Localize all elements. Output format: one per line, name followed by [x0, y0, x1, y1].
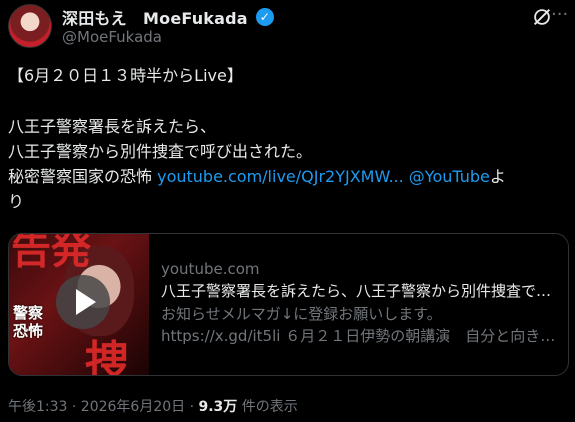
- tweet-line: 八王子警察署長を訴えたら、: [8, 117, 217, 136]
- link-preview-card[interactable]: 告発 捜 警察 恐怖 youtube.com 八王子警察署長を訴えたら、八王子警…: [8, 233, 569, 376]
- tweet-line-text: 秘密警察国家の恐怖: [8, 167, 158, 186]
- card-body[interactable]: youtube.com 八王子警察署長を訴えたら、八王子警察から別件捜査で呼び出…: [161, 258, 557, 347]
- thumbnail-caption-line: 警察: [13, 304, 44, 322]
- more-options-icon[interactable]: ···: [551, 6, 569, 26]
- author-name-row[interactable]: 深田もえ MoeFukada ✓: [62, 6, 274, 28]
- view-count: 9.3万: [198, 399, 238, 415]
- card-description-line: https://x.gd/it5li ６月２１日伊勢の朝講演 自分と向き合う: [161, 327, 557, 345]
- verified-badge-icon: ✓: [255, 8, 274, 26]
- tweet-text: 【6月２０日１３時半からLive】 八王子警察署長を訴えたら、 八王子警察から別…: [8, 63, 568, 214]
- author-handle[interactable]: @MoeFukada: [62, 28, 162, 46]
- thumbnail-caption: 警察 恐怖: [13, 304, 43, 340]
- video-thumbnail[interactable]: 告発 捜 警察 恐怖: [9, 234, 149, 375]
- tweet-header: 深田もえ MoeFukada ✓ @MoeFukada ···: [0, 0, 575, 60]
- timestamp[interactable]: 午後1:33 · 2026年6月20日 ·: [8, 399, 199, 415]
- avatar[interactable]: [8, 4, 52, 48]
- card-description-line: お知らせメルマガ↓に登録お願いします。: [161, 305, 442, 323]
- view-count-label: 件の表示: [237, 399, 298, 415]
- grok-icon[interactable]: [531, 6, 553, 28]
- play-button[interactable]: [56, 275, 110, 329]
- youtube-mention-link[interactable]: @YouTube: [404, 167, 490, 186]
- tweet-line: 八王子警察から別件捜査で呼び出された。: [8, 142, 313, 161]
- tweet-line-tail: よ: [489, 167, 506, 186]
- thumbnail-caption-line: 恐怖: [13, 322, 44, 340]
- thumbnail-big-text: 告発: [11, 234, 91, 273]
- card-domain: youtube.com: [161, 260, 260, 278]
- tweet-meta: 午後1:33 · 2026年6月20日 · 9.3万 件の表示: [8, 396, 298, 416]
- youtube-link[interactable]: youtube.com/live/QJr2YJXMW...: [157, 167, 404, 186]
- tweet-line: 【6月２０日１３時半からLive】: [8, 66, 243, 85]
- thumbnail-big-text-bottom: 捜: [85, 337, 129, 375]
- tweet-line: り: [8, 192, 25, 211]
- card-title[interactable]: 八王子警察署長を訴えたら、八王子警察から別件捜査で呼び出された。: [161, 280, 557, 303]
- tweet-line: 秘密警察国家の恐怖 youtube.com/live/QJr2YJXMW... …: [8, 164, 568, 189]
- display-name[interactable]: 深田もえ MoeFukada: [62, 5, 248, 29]
- play-icon: [76, 289, 96, 315]
